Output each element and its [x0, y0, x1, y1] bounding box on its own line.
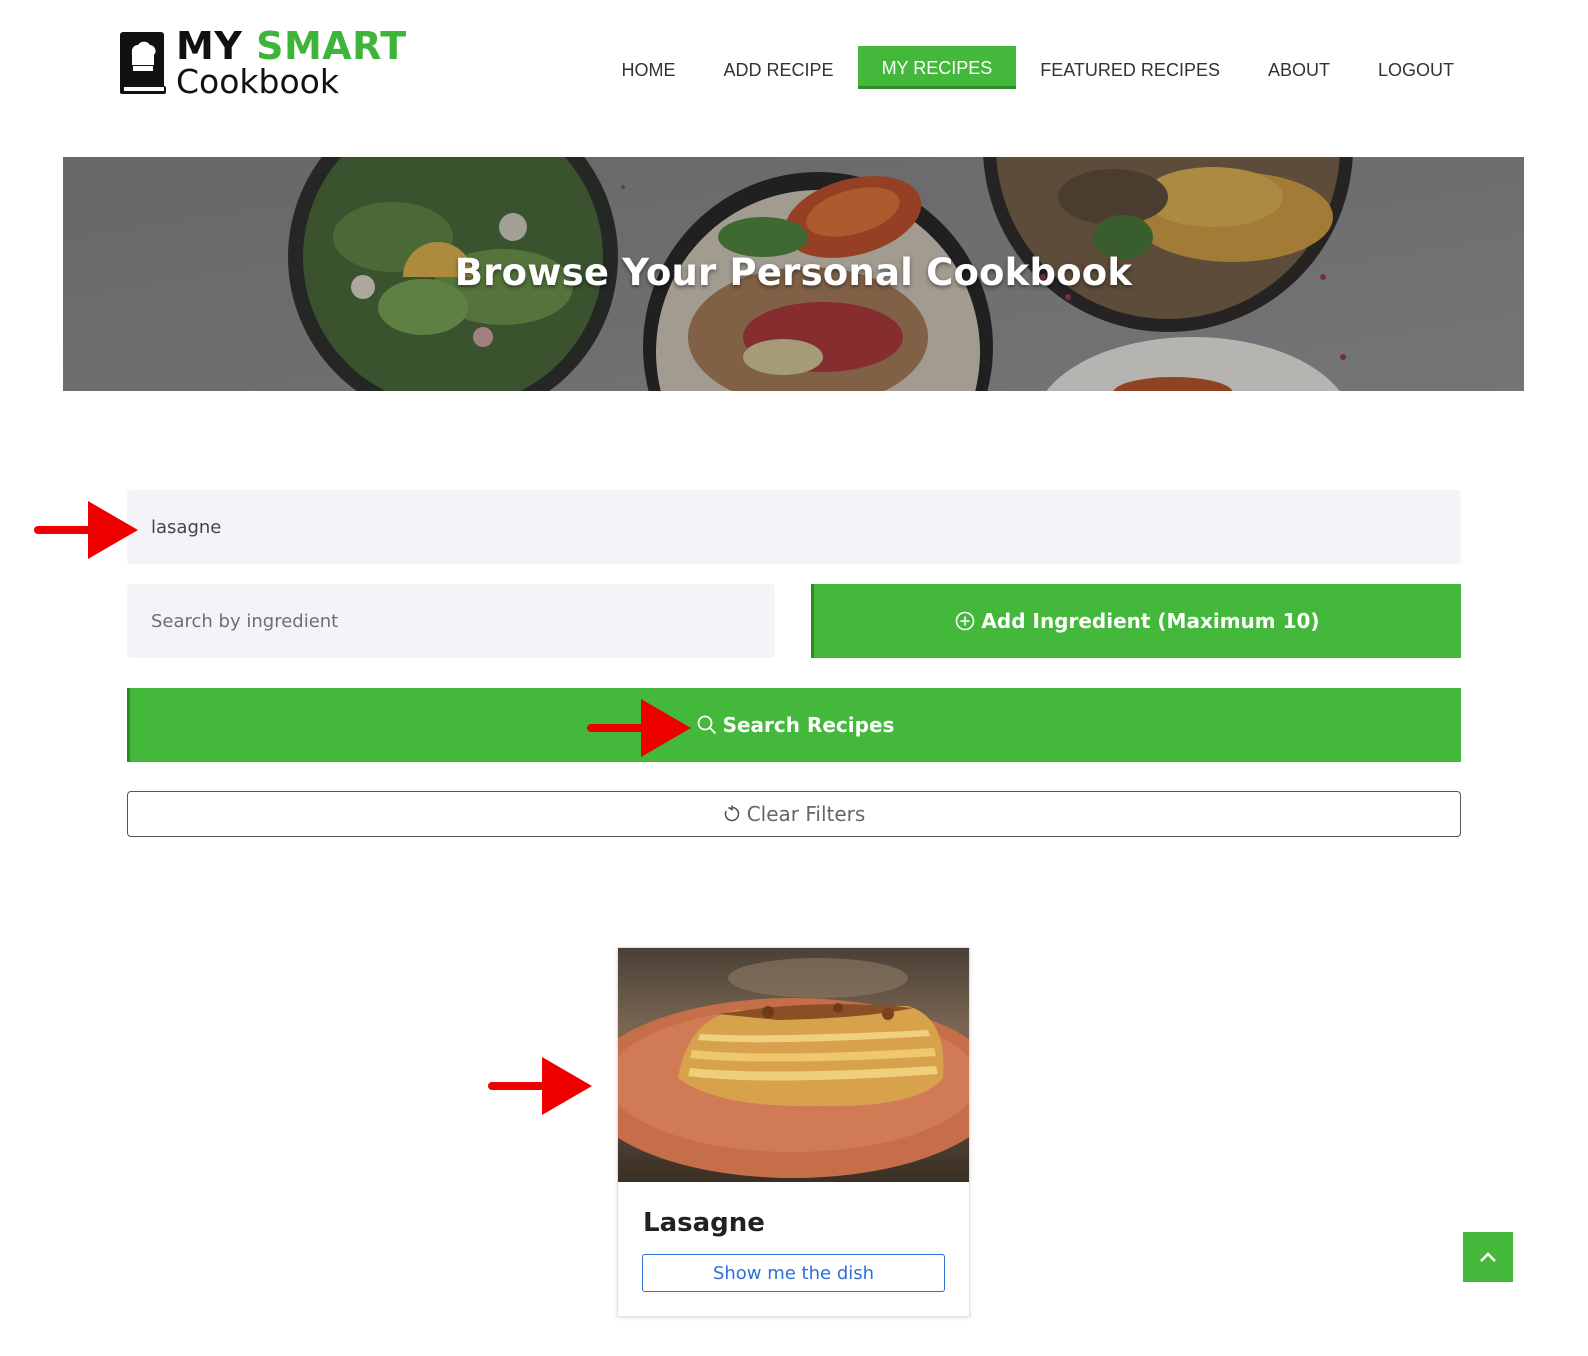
add-ingredient-button[interactable]: Add Ingredient (Maximum 10) — [811, 584, 1461, 658]
recipe-card: Lasagne Show me the dish — [617, 947, 970, 1317]
nav-add-recipe[interactable]: ADD RECIPE — [700, 48, 858, 88]
annotation-arrow-icon — [587, 699, 691, 757]
search-recipes-button[interactable]: Search Recipes — [127, 688, 1461, 762]
recipe-image[interactable] — [618, 948, 969, 1182]
brand-cookbook: Cookbook — [176, 62, 339, 101]
brand-name: MY SMART — [176, 26, 407, 66]
search-icon — [697, 715, 716, 735]
plus-circle-icon — [956, 611, 975, 631]
main-nav: HOME ADD RECIPE MY RECIPES FEATURED RECI… — [598, 46, 1478, 89]
clear-filters-label: Clear Filters — [746, 802, 866, 826]
nav-my-recipes[interactable]: MY RECIPES — [857, 46, 1017, 89]
lasagne-photo — [618, 948, 969, 1182]
nav-logout[interactable]: LOGOUT — [1354, 48, 1478, 88]
chevron-up-icon — [1480, 1252, 1496, 1262]
ingredient-search-input[interactable] — [127, 584, 775, 658]
page-title: Browse Your Personal Cookbook — [454, 251, 1133, 294]
nav-featured-recipes[interactable]: FEATURED RECIPES — [1016, 48, 1244, 88]
annotation-arrow-icon — [34, 501, 138, 559]
brand-logo[interactable]: MY SMART Cookbook — [118, 26, 418, 101]
show-dish-button[interactable]: Show me the dish — [642, 1254, 945, 1292]
chef-hat-book-icon — [120, 32, 166, 94]
recipe-title: Lasagne — [643, 1208, 765, 1238]
clear-filters-button[interactable]: Clear Filters — [127, 791, 1461, 837]
search-recipes-label: Search Recipes — [722, 713, 895, 737]
add-ingredient-label: Add Ingredient (Maximum 10) — [981, 609, 1320, 633]
annotation-arrow-icon — [488, 1057, 592, 1115]
nav-home[interactable]: HOME — [598, 48, 700, 88]
hero-banner: Browse Your Personal Cookbook — [63, 157, 1524, 391]
recipe-name-input[interactable] — [127, 490, 1461, 564]
refresh-icon — [724, 805, 739, 822]
back-to-top-button[interactable] — [1463, 1232, 1513, 1282]
nav-about[interactable]: ABOUT — [1244, 48, 1354, 88]
